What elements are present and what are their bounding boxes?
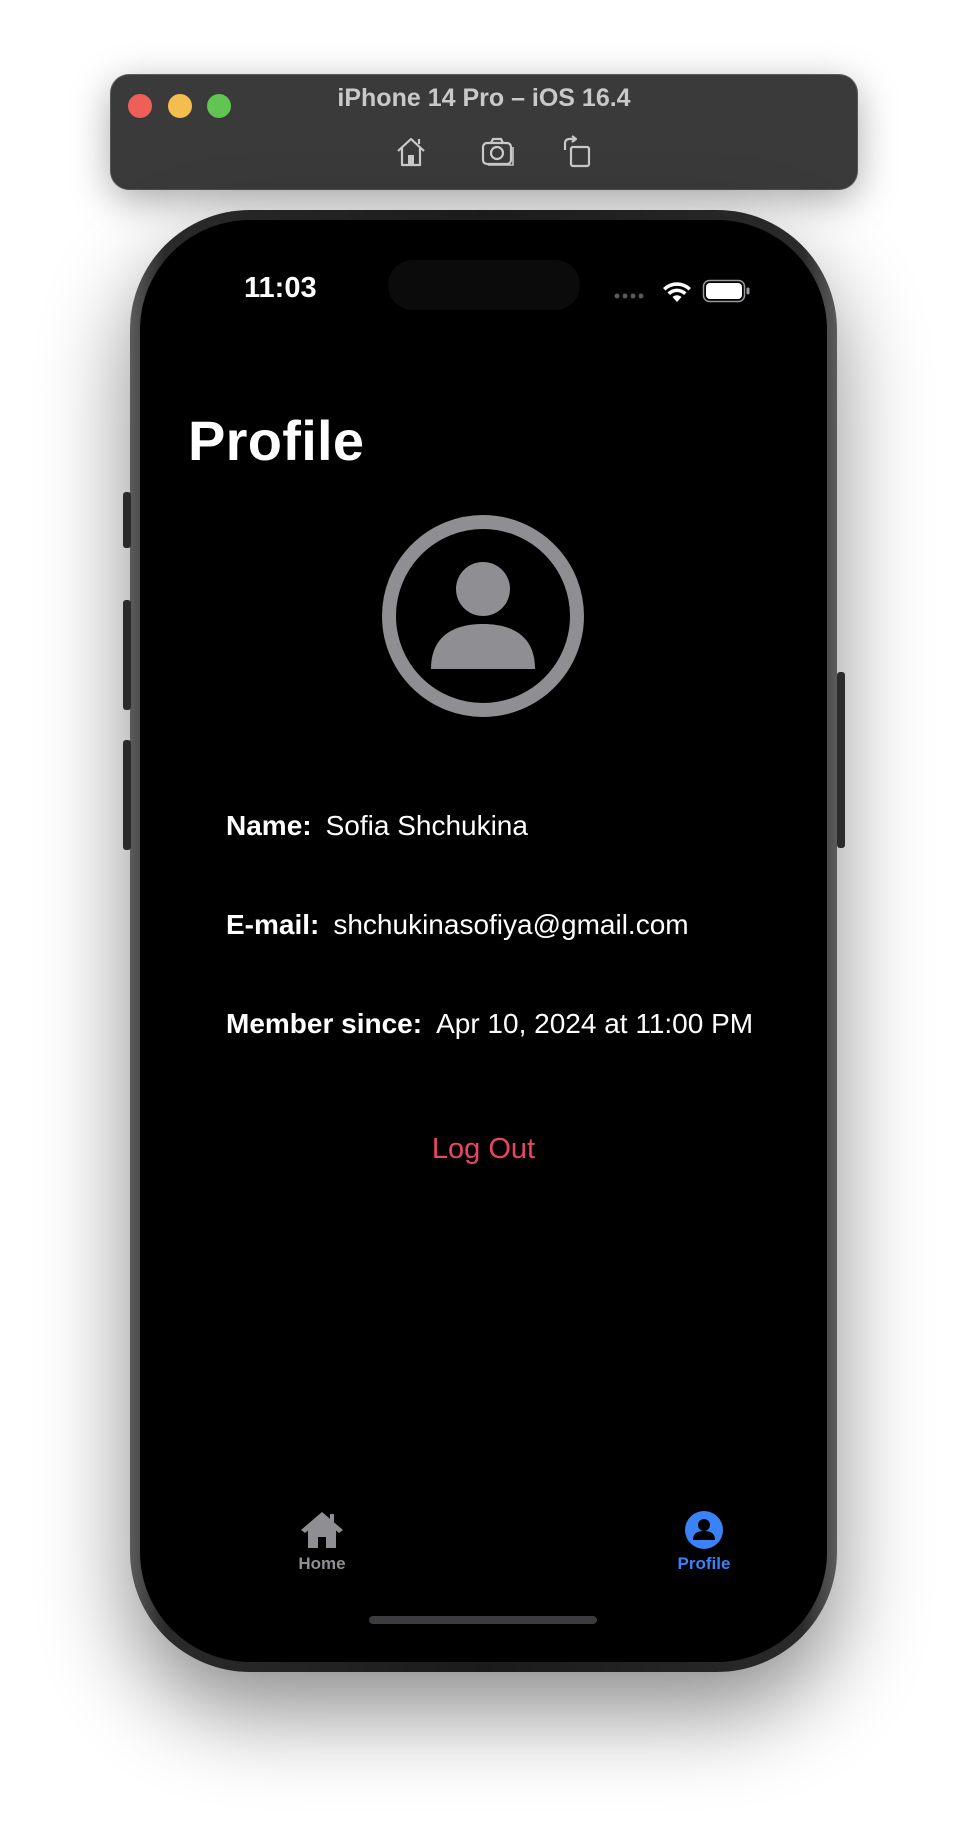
member-since-label: Member since: [226, 1008, 423, 1039]
tab-home[interactable]: Home [262, 1510, 382, 1574]
house-icon [301, 1512, 343, 1548]
member-since-value: Apr 10, 2024 at 11:00 PM [436, 1008, 754, 1039]
wifi-icon [663, 282, 691, 302]
log-out-button[interactable]: Log Out [140, 1133, 827, 1166]
window-title: iPhone 14 Pro – iOS 16.4 [337, 84, 631, 112]
status-time: 11:03 [244, 272, 317, 304]
screenshot-icon[interactable] [480, 134, 516, 170]
tab-profile-label: Profile [677, 1554, 731, 1573]
name-value: Sofia Shchukina [325, 810, 528, 841]
person-circle-fill-icon [685, 1511, 723, 1549]
email-label: E-mail: [226, 909, 320, 940]
email-value: shchukinasofiya@gmail.com [333, 909, 689, 940]
battery-icon [702, 279, 750, 303]
tab-home-label: Home [298, 1554, 346, 1573]
person-circle-icon [379, 512, 587, 720]
email-row: E-mail: shchukinasofiya@gmail.com [226, 909, 689, 941]
home-icon[interactable] [393, 134, 429, 170]
rotate-icon[interactable] [559, 134, 595, 170]
volume-down-button [123, 740, 131, 850]
device-screen: 11:03 Profile Name: Sofia Shchukina E-ma… [140, 220, 827, 1662]
name-label: Name: [226, 810, 312, 841]
home-indicator[interactable] [369, 1616, 597, 1624]
dynamic-island [388, 260, 580, 310]
page-title: Profile [188, 409, 365, 472]
name-row: Name: Sofia Shchukina [226, 810, 528, 842]
action-button [123, 492, 131, 548]
power-button [837, 672, 845, 848]
status-icons [610, 276, 750, 311]
member-since-row: Member since: Apr 10, 2024 at 11:00 PM [226, 1008, 753, 1040]
signal-icon [614, 293, 644, 299]
tab-profile[interactable]: Profile [644, 1510, 764, 1574]
volume-up-button [123, 600, 131, 710]
